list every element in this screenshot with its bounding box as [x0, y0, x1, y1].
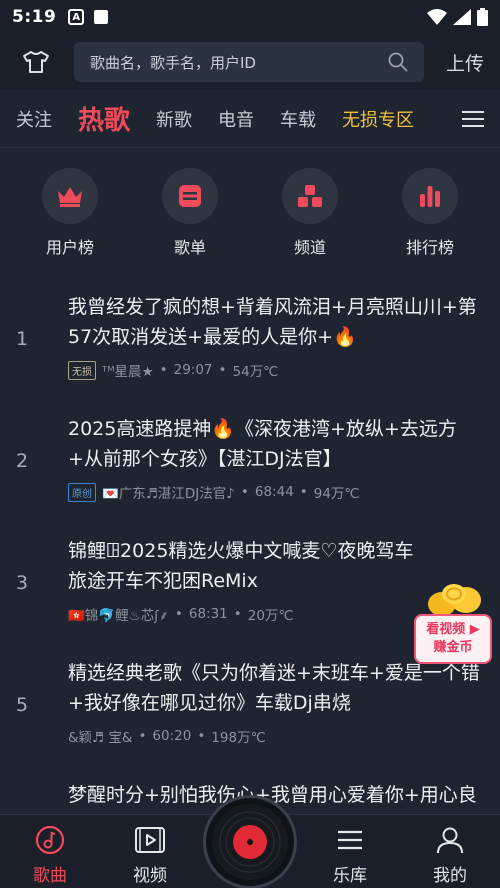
- song-title[interactable]: 锦鲤ꖸ2025精选火爆中文喊麦♡夜晚驾车旅途开车不犯困ReMix: [68, 536, 414, 596]
- dot-separator: •: [299, 484, 308, 500]
- list-item[interactable]: 2 2025高速路提神🔥《深夜港湾+放纵+去远方+从前那个女孩》【湛江DJ法官】…: [0, 400, 500, 522]
- song-meta: 无损 ᵀᴹ星晨★ • 29:07 • 54万℃: [68, 360, 484, 380]
- tab-follow[interactable]: 关注: [16, 106, 52, 132]
- search-icon[interactable]: [388, 52, 408, 72]
- nav-label: 乐库: [333, 866, 367, 886]
- top-header: 歌曲名，歌手名，用户ID 上传: [0, 34, 500, 90]
- original-badge: 原创: [68, 482, 96, 502]
- song-author[interactable]: 💌广东♬湛江DJ法官♪: [102, 482, 235, 502]
- dot-separator: •: [159, 362, 168, 378]
- watch-video-earn-coins-promo[interactable]: 看视频 ▶ 赚金币: [414, 582, 492, 666]
- square-notification-icon: [94, 10, 109, 24]
- song-meta: 🇭🇰锦🐬鲤♨芯ʃ⸙ • 68:31 • 20万℃: [68, 604, 414, 624]
- tab-car[interactable]: 车载: [280, 106, 316, 132]
- tab-new-songs[interactable]: 新歌: [156, 106, 192, 132]
- song-duration: 68:44: [254, 484, 294, 500]
- status-bar: 5:19 A: [0, 0, 500, 34]
- nav-mine[interactable]: 我的: [400, 815, 500, 888]
- song-title[interactable]: 2025高速路提神🔥《深夜港湾+放纵+去远方+从前那个女孩》【湛江DJ法官】: [68, 414, 484, 474]
- nav-label: 视频: [133, 866, 167, 886]
- wifi-icon: [427, 9, 447, 25]
- nav-label: 我的: [433, 866, 467, 886]
- playlist-icon: [162, 168, 218, 224]
- tab-lossless[interactable]: 无损专区: [342, 106, 414, 132]
- bottom-navigation: 歌曲 视频 乐库 我的: [0, 795, 500, 888]
- quick-playlist[interactable]: 歌单: [140, 168, 240, 258]
- library-icon: [338, 830, 362, 850]
- song-duration: 68:31: [188, 606, 228, 622]
- song-meta: &颖♬ 宝& • 60:20 • 198万℃: [68, 726, 484, 746]
- song-duration: 29:07: [173, 362, 213, 378]
- lossless-badge: 无损: [68, 360, 96, 380]
- quick-channel[interactable]: 频道: [260, 168, 360, 258]
- music-note-icon: [35, 825, 65, 855]
- search-placeholder: 歌曲名，歌手名，用户ID: [90, 53, 256, 72]
- upload-button[interactable]: 上传: [446, 49, 484, 76]
- gold-coins-icon: [428, 584, 481, 616]
- crown-icon: [42, 168, 98, 224]
- song-plays: 20万℃: [247, 608, 294, 624]
- song-plays: 54万℃: [232, 364, 279, 380]
- song-title[interactable]: 我曾经发了疯的想+背着风流泪+月亮照山川+第57次取消发送+最爱的人是你+🔥: [68, 292, 484, 352]
- category-tabs: 关注 热歌 新歌 电音 车载 无损专区: [0, 90, 500, 148]
- tabs-menu-icon[interactable]: [462, 110, 484, 127]
- song-duration: 60:20: [152, 728, 192, 744]
- dot-separator: •: [138, 728, 147, 744]
- nav-songs[interactable]: 歌曲: [0, 815, 100, 888]
- song-meta: 原创 💌广东♬湛江DJ法官♪ • 68:44 • 94万℃: [68, 482, 484, 502]
- nav-label: 歌曲: [33, 866, 67, 886]
- song-rank: 5: [16, 694, 29, 716]
- song-author[interactable]: ᵀᴹ星晨★: [102, 360, 154, 380]
- skin-shirt-icon[interactable]: [16, 42, 56, 82]
- ranking-icon: [402, 168, 458, 224]
- song-rank: 2: [16, 450, 29, 472]
- tab-electronic[interactable]: 电音: [218, 106, 254, 132]
- song-author[interactable]: &颖♬ 宝&: [68, 726, 132, 746]
- app-notification-icon: A: [68, 9, 85, 25]
- quick-entries: 用户榜 歌单 频道 排行榜: [0, 148, 500, 272]
- tab-hot-songs[interactable]: 热歌: [78, 100, 130, 137]
- dot-separator: •: [218, 362, 227, 378]
- user-profile-icon: [437, 827, 463, 854]
- song-list: 1 我曾经发了疯的想+背着风流泪+月亮照山川+第57次取消发送+最爱的人是你+🔥…: [0, 272, 500, 885]
- song-author[interactable]: 🇭🇰锦🐬鲤♨芯ʃ⸙: [68, 604, 169, 624]
- quick-label: 歌单: [173, 238, 206, 257]
- video-icon: [135, 827, 165, 853]
- vinyl-disc-icon[interactable]: [203, 795, 297, 888]
- nav-library[interactable]: 乐库: [300, 815, 400, 888]
- quick-label: 排行榜: [405, 238, 454, 257]
- nav-player[interactable]: [200, 795, 300, 888]
- status-time: 5:19: [12, 7, 57, 27]
- song-plays: 94万℃: [313, 486, 360, 502]
- search-bar[interactable]: 歌曲名，歌手名，用户ID: [74, 42, 424, 82]
- song-rank: 1: [16, 328, 29, 350]
- dot-separator: •: [174, 606, 183, 622]
- quick-label: 频道: [293, 238, 326, 257]
- quick-label: 用户榜: [45, 238, 94, 257]
- song-plays: 198万℃: [211, 730, 266, 746]
- promo-line1: 看视频 ▶: [426, 622, 480, 637]
- dot-separator: •: [197, 728, 206, 744]
- channel-icon: [282, 168, 338, 224]
- signal-icon: [453, 9, 471, 25]
- song-title[interactable]: 精选经典老歌《只为你着迷+末班车+爱是一个错+我好像在哪见过你》车载Dj串烧: [68, 658, 484, 718]
- battery-icon: [477, 8, 488, 26]
- quick-user-chart[interactable]: 用户榜: [20, 168, 120, 258]
- list-item[interactable]: 1 我曾经发了疯的想+背着风流泪+月亮照山川+第57次取消发送+最爱的人是你+🔥…: [0, 278, 500, 400]
- song-rank: 3: [16, 572, 29, 594]
- nav-video[interactable]: 视频: [100, 815, 200, 888]
- dot-separator: •: [240, 484, 249, 500]
- dot-separator: •: [233, 606, 242, 622]
- quick-ranking[interactable]: 排行榜: [380, 168, 480, 258]
- promo-line2: 赚金币: [433, 640, 473, 655]
- promo-box[interactable]: 看视频 ▶ 赚金币: [414, 614, 492, 664]
